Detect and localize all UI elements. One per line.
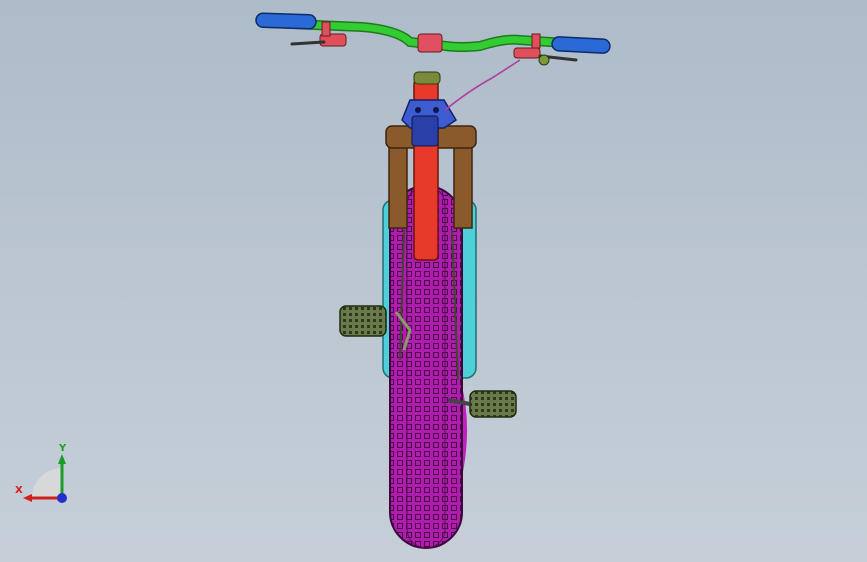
- triad-y-label: Y: [59, 443, 67, 454]
- reference-triad: Y X: [14, 440, 74, 510]
- left-pedal[interactable]: [339, 305, 387, 337]
- right-grip[interactable]: [551, 36, 611, 54]
- triad-x-label: X: [15, 485, 23, 496]
- z-axis-dot: [57, 493, 67, 503]
- bicycle-assembly-icon[interactable]: [0, 0, 867, 562]
- headset[interactable]: [413, 71, 441, 85]
- stem-clamp[interactable]: [417, 33, 443, 53]
- graphics-viewport[interactable]: Y X: [0, 0, 867, 562]
- left-grip[interactable]: [255, 12, 317, 30]
- brake-cable: [444, 59, 521, 111]
